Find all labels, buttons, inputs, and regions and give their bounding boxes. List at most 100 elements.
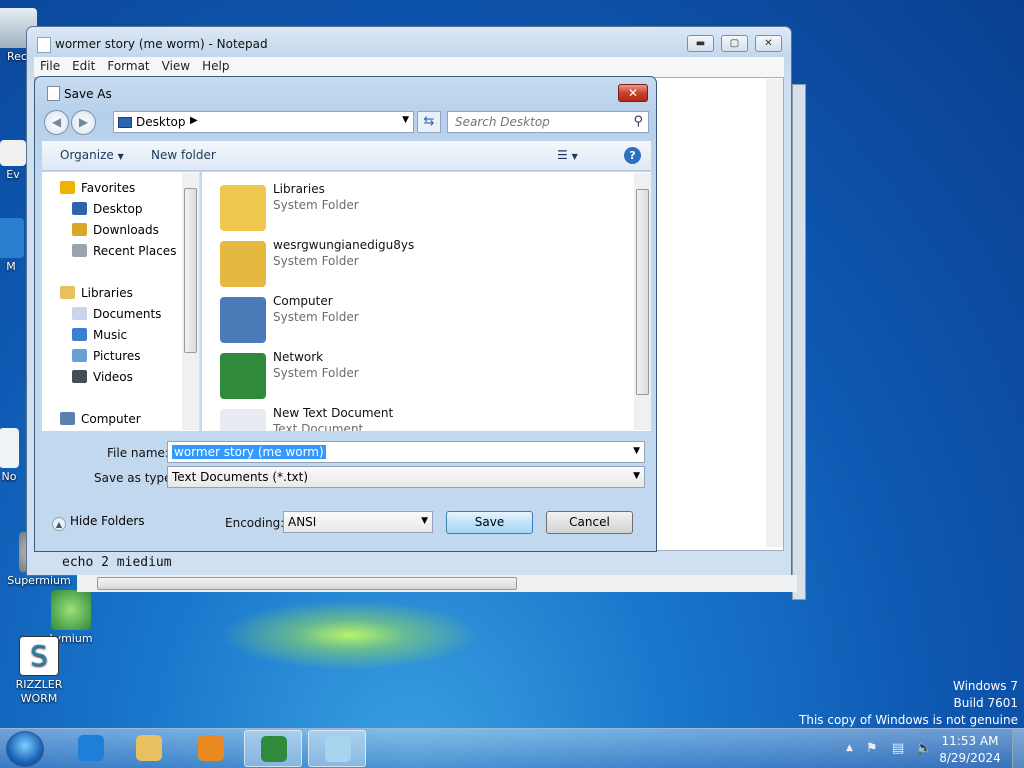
forward-button[interactable]: ▶ [71,110,96,135]
menu-format[interactable]: Format [101,57,155,75]
file-item[interactable]: Libraries System Folder [220,181,640,237]
minimize-button[interactable]: ▬ [687,35,714,52]
recent-places-icon [72,244,87,257]
menu-view[interactable]: View [156,57,196,75]
nav-item-label: Documents [93,307,162,321]
music-icon [72,328,87,341]
file-name-dropdown-icon[interactable]: ▼ [633,446,640,456]
breadcrumb-arrow-icon[interactable]: ▶ [190,115,198,126]
globe-app-icon [261,736,287,762]
nav-item-label: Videos [93,370,133,384]
menu-help[interactable]: Help [196,57,235,75]
address-text[interactable]: Desktop [136,115,186,129]
menu-file[interactable]: File [34,57,66,75]
menu-edit[interactable]: Edit [66,57,101,75]
desktop-icon-rizzler-worm[interactable]: S RIZZLER WORM [4,636,74,706]
file-item-type: System Folder [273,254,359,268]
nav-item-computer[interactable]: Computer [60,412,141,432]
action-center-flag-icon[interactable]: ⚑ [866,741,878,756]
worm-script-icon: S [19,636,59,676]
encoding-dropdown-icon[interactable]: ▼ [421,516,428,526]
cancel-button[interactable]: Cancel [546,511,633,534]
app-shortcut-icon [0,218,24,258]
file-item[interactable]: wesrgwungianedigu8ys System Folder [220,237,640,293]
nav-item-desktop[interactable]: Desktop [72,202,143,222]
nav-item-documents[interactable]: Documents [72,307,161,327]
address-bar[interactable]: Desktop ▶ ▼ [113,111,414,133]
navigation-scroll-thumb[interactable] [184,188,197,353]
file-list-scrollbar[interactable] [634,173,651,430]
show-desktop-button[interactable] [1012,729,1024,768]
taskbar-app-button[interactable] [244,730,302,767]
nav-item-downloads[interactable]: Downloads [72,223,159,243]
new-folder-button[interactable]: New folder [151,148,216,162]
start-button[interactable] [6,731,44,767]
nav-item-music[interactable]: Music [72,328,127,348]
videos-icon [72,370,87,383]
nav-item-label: Desktop [93,202,143,216]
notepad-vertical-scrollbar[interactable] [766,79,783,547]
file-item-type: System Folder [273,366,359,380]
file-item[interactable]: New Text Document Text Document [220,405,640,431]
search-input[interactable] [448,112,618,132]
clock[interactable]: 11:53 AM 8/29/2024 [930,733,1010,767]
taskbar-app-button[interactable] [120,730,178,767]
shortcut-icon [0,140,26,166]
wallpaper-glow [220,600,480,670]
close-button[interactable]: ✕ [755,35,782,52]
save-as-type-select[interactable]: Text Documents (*.txt) ▼ [167,466,645,488]
dialog-close-button[interactable]: ✕ [618,84,648,102]
maximize-button[interactable]: ▢ [721,35,748,52]
file-list-scroll-thumb[interactable] [636,189,649,395]
save-button[interactable]: Save [446,511,533,534]
taskbar-app-button[interactable] [62,730,120,767]
nav-item-pictures[interactable]: Pictures [72,349,141,369]
nav-item-videos[interactable]: Videos [72,370,133,390]
file-item-name: Network [273,350,324,364]
file-name-label: File name: [107,446,169,460]
notepad-icon [325,736,351,762]
network-icon[interactable]: ▤ [892,741,904,756]
file-item-name: New Text Document [273,406,394,420]
address-dropdown-icon[interactable]: ▼ [402,115,409,125]
dialog-icon [47,86,60,101]
tray-expand-icon[interactable]: ▲ [846,743,853,753]
file-item[interactable]: Computer System Folder [220,293,640,349]
computer-icon [220,297,266,343]
file-name-value[interactable]: wormer story (me worm) [172,445,326,459]
help-icon[interactable]: ? [624,147,641,164]
encoding-select[interactable]: ANSI ▼ [283,511,433,533]
taskbar-app-button[interactable] [308,730,366,767]
libraries-folder-icon [220,185,266,231]
file-item[interactable]: Network System Folder [220,349,640,405]
nav-item-recent-places[interactable]: Recent Places [72,244,176,264]
chevron-down-icon: ▼ [117,152,124,161]
dialog-title: Save As [64,87,112,101]
search-box[interactable]: ⚲ [447,111,649,133]
navigation-scrollbar[interactable] [182,173,199,430]
horizontal-scroll-thumb[interactable] [97,577,517,590]
back-button[interactable]: ◀ [44,110,69,135]
file-name-field[interactable]: wormer story (me worm) ▼ [167,441,645,463]
organize-button[interactable]: Organize ▼ [60,148,124,162]
documents-icon [72,307,87,320]
change-view-button[interactable]: ☰ ▼ [557,148,578,162]
save-type-dropdown-icon[interactable]: ▼ [633,471,640,481]
nav-item-label: Computer [81,412,141,426]
user-folder-icon [220,241,266,287]
libraries-icon [60,286,75,299]
hide-folders-button[interactable]: ▲ Hide Folders [52,514,145,531]
file-item-type: System Folder [273,310,359,324]
nav-item-libraries[interactable]: Libraries [60,286,133,306]
taskbar-app-button[interactable] [182,730,240,767]
notepad-title: wormer story (me worm) - Notepad [55,37,268,51]
refresh-button[interactable]: ⇆ [417,111,441,133]
clock-date: 8/29/2024 [939,751,1001,765]
nav-item-favorites[interactable]: Favorites [60,181,135,201]
collapse-arrow-icon: ▲ [52,517,66,531]
search-icon[interactable]: ⚲ [633,114,643,129]
pictures-icon [72,349,87,362]
desktop-icon [118,117,132,128]
nav-item-label: Libraries [81,286,133,300]
notepad-horizontal-scrollbar[interactable] [77,575,797,592]
